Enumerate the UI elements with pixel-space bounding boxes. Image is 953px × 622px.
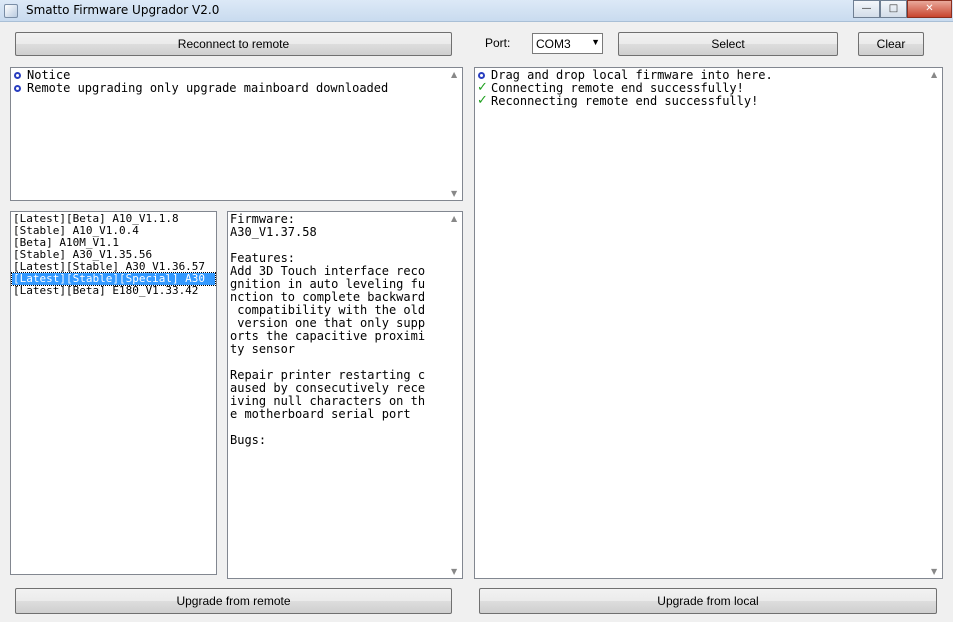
scroll-up-icon[interactable]: ▲ bbox=[451, 70, 457, 79]
port-select-value: COM3 bbox=[536, 37, 571, 51]
maximize-icon[interactable]: □ bbox=[880, 0, 907, 18]
status-log: Drag and drop local firmware into here. ✓… bbox=[476, 69, 773, 109]
firmware-details-panel[interactable]: Firmware: A30_V1.37.58 Features: Add 3D … bbox=[227, 211, 463, 579]
scroll-down-icon[interactable]: ▼ bbox=[931, 567, 937, 576]
info-bullet-icon bbox=[12, 82, 27, 95]
log-line-text: Reconnecting remote end successfully! bbox=[491, 94, 759, 108]
log-line: ✓ Reconnecting remote end successfully! bbox=[476, 93, 773, 108]
check-icon: ✓ bbox=[477, 93, 488, 108]
window-title: Smatto Firmware Upgrador V2.0 bbox=[26, 3, 220, 17]
title-bar: Smatto Firmware Upgrador V2.0 — □ ✕ bbox=[0, 0, 953, 22]
firmware-list-items: [Latest][Beta] A10_V1.1.8 [Stable] A10_V1… bbox=[11, 213, 216, 297]
scroll-down-icon[interactable]: ▼ bbox=[451, 189, 457, 198]
notice-log: Notice Remote upgrading only upgrade main… bbox=[12, 69, 388, 95]
scroll-up-icon[interactable]: ▲ bbox=[451, 214, 457, 223]
clear-button[interactable]: Clear bbox=[858, 32, 924, 56]
chevron-down-icon[interactable]: ▼ bbox=[591, 37, 600, 47]
window-controls: — □ ✕ bbox=[853, 0, 952, 18]
scroll-up-icon[interactable]: ▲ bbox=[931, 70, 937, 79]
log-line: Remote upgrading only upgrade mainboard … bbox=[12, 82, 388, 95]
log-line-text: Remote upgrading only upgrade mainboard … bbox=[27, 81, 389, 95]
app-icon bbox=[4, 4, 18, 18]
firmware-details-text: Firmware: A30_V1.37.58 Features: Add 3D … bbox=[230, 213, 426, 447]
close-icon[interactable]: ✕ bbox=[907, 0, 952, 18]
scroll-down-icon[interactable]: ▼ bbox=[451, 567, 457, 576]
info-bullet-icon bbox=[12, 69, 27, 82]
reconnect-button[interactable]: Reconnect to remote bbox=[15, 32, 452, 56]
status-scrollbar[interactable]: ▲ ▼ bbox=[929, 68, 942, 578]
status-log-panel[interactable]: Drag and drop local firmware into here. ✓… bbox=[474, 67, 943, 579]
upgrade-from-remote-button[interactable]: Upgrade from remote bbox=[15, 588, 452, 614]
notice-log-panel[interactable]: Notice Remote upgrading only upgrade main… bbox=[10, 67, 463, 201]
firmware-list-item[interactable]: [Latest][Beta] E180_V1.33.42 bbox=[12, 285, 215, 297]
notice-scrollbar[interactable]: ▲ ▼ bbox=[449, 68, 462, 200]
port-select[interactable]: COM3 ▼ bbox=[532, 33, 603, 54]
select-button[interactable]: Select bbox=[618, 32, 838, 56]
details-scrollbar[interactable]: ▲ ▼ bbox=[449, 212, 462, 578]
minimize-icon[interactable]: — bbox=[853, 0, 880, 18]
firmware-list[interactable]: [Latest][Beta] A10_V1.1.8 [Stable] A10_V1… bbox=[10, 211, 217, 575]
upgrade-from-local-button[interactable]: Upgrade from local bbox=[479, 588, 937, 614]
port-label: Port: bbox=[485, 36, 511, 50]
